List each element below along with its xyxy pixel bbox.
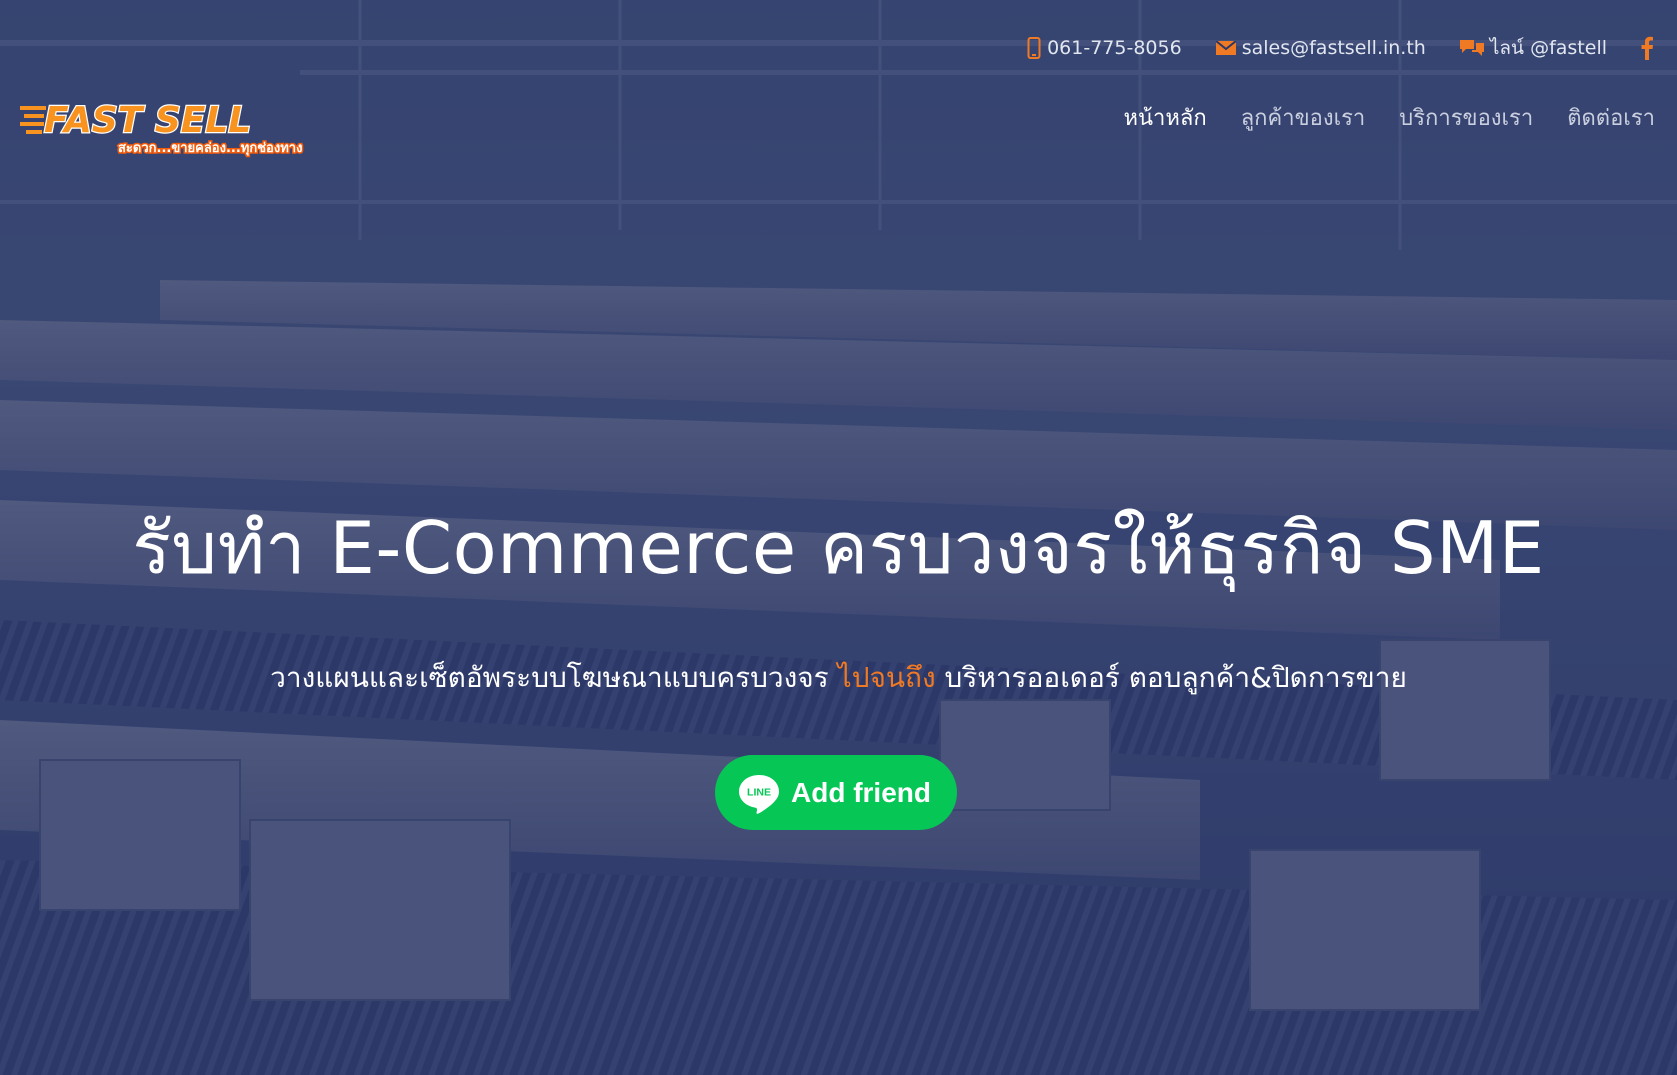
subline-highlight: ไปจนถึง [837,661,936,694]
nav-item-contact[interactable]: ติดต่อเรา [1567,100,1655,135]
fastsell-logo[interactable]: FAST SELL สะดวก...ขายคล่อง...ทุกช่องทาง [20,94,312,162]
hero-headline: รับทำ E-Commerce ครบวงจรให้ธุรกิจ SME [132,506,1545,590]
line-add-friend-button[interactable]: LINE Add friend [715,755,957,830]
phone-icon [1027,37,1041,59]
add-friend-label: Add friend [791,776,931,808]
hero-subline: วางแผนและเซ็ตอัพระบบโฆษณาแบบครบวงจร ไปจน… [0,656,1677,700]
line-logo-icon: LINE [739,774,779,814]
email-link[interactable]: sales@fastsell.in.th [1215,37,1426,59]
phone-link[interactable]: 061-775-8056 [1027,37,1182,59]
logo-speed-lines [20,106,46,134]
line-link[interactable]: ไลน์ @fastell [1459,33,1607,63]
logo-tagline: สะดวก...ขายคล่อง...ทุกช่องทาง [118,141,302,156]
nav-item-home[interactable]: หน้าหลัก [1124,100,1207,135]
nav-item-our-services[interactable]: บริการของเรา [1399,100,1533,135]
facebook-icon [1641,36,1653,60]
subline-part-2: บริหารออเดอร์ ตอบลูกค้า&ปิดการขาย [935,661,1407,694]
logo-title: FAST SELL [44,100,251,141]
hero-section: 061-775-8056 sales@fastsell.in.th ไลน์ @… [0,0,1677,1075]
envelope-icon [1215,41,1236,55]
line-badge-text: LINE [747,786,771,798]
main-nav: หน้าหลัก ลูกค้าของเรา บริการของเรา ติดต่… [1124,100,1656,135]
chat-bubbles-icon [1459,40,1484,56]
contact-bar: 061-775-8056 sales@fastsell.in.th ไลน์ @… [1027,30,1677,66]
email-address: sales@fastsell.in.th [1241,37,1426,59]
line-id: ไลน์ @fastell [1489,37,1607,59]
facebook-link[interactable] [1641,36,1653,60]
subline-part-1: วางแผนและเซ็ตอัพระบบโฆษณาแบบครบวงจร [270,661,838,694]
phone-number: 061-775-8056 [1047,37,1182,59]
nav-item-our-customers[interactable]: ลูกค้าของเรา [1241,100,1366,135]
